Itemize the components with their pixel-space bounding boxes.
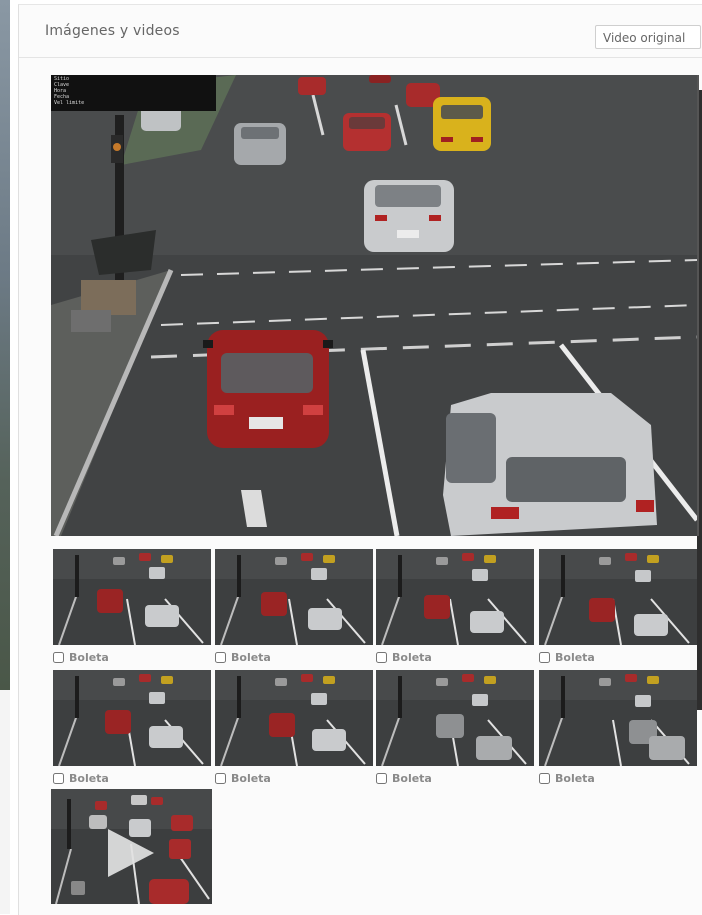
thumbnail-scene	[539, 549, 697, 645]
photo-thumbnail[interactable]	[539, 670, 697, 766]
background-window-strip	[0, 0, 10, 690]
panel-header: Imágenes y videos Video original	[19, 5, 702, 58]
boleta-checkbox-row[interactable]: Boleta	[53, 771, 109, 785]
boleta-checkbox[interactable]	[376, 651, 387, 663]
boleta-checkbox-row[interactable]: Boleta	[539, 650, 595, 664]
thumbnail-scene	[215, 670, 373, 766]
boleta-checkbox[interactable]	[53, 651, 64, 663]
boleta-checkbox-row[interactable]: Boleta	[376, 650, 432, 664]
boleta-label: Boleta	[555, 650, 595, 664]
boleta-checkbox[interactable]	[215, 772, 226, 784]
photo-thumbnail[interactable]	[53, 670, 211, 766]
boleta-checkbox-row[interactable]: Boleta	[53, 650, 109, 664]
background-window-strip-lower	[0, 690, 10, 914]
photo-thumbnail[interactable]	[376, 549, 534, 645]
overlay-line: Vel limite	[54, 100, 85, 106]
thumbnail-scene	[53, 549, 211, 645]
thumbnail-scene	[215, 549, 373, 645]
photo-thumbnail[interactable]	[215, 670, 373, 766]
main-traffic-photo[interactable]: Sitio Clave Hora Fecha Vel limite	[51, 75, 699, 536]
boleta-checkbox[interactable]	[539, 651, 550, 663]
boleta-checkbox[interactable]	[539, 772, 550, 784]
boleta-checkbox-row[interactable]: Boleta	[376, 771, 432, 785]
photo-thumbnail[interactable]	[53, 549, 211, 645]
thumbnail-scene	[376, 670, 534, 766]
boleta-label: Boleta	[392, 771, 432, 785]
boleta-checkbox[interactable]	[376, 772, 387, 784]
boleta-label: Boleta	[392, 650, 432, 664]
thumbnail-scene	[376, 549, 534, 645]
boleta-checkbox-row[interactable]: Boleta	[539, 771, 595, 785]
boleta-label: Boleta	[69, 650, 109, 664]
play-icon[interactable]	[51, 789, 212, 904]
photo-thumbnail[interactable]	[215, 549, 373, 645]
boleta-checkbox-row[interactable]: Boleta	[215, 771, 271, 785]
boleta-checkbox[interactable]	[53, 772, 64, 784]
panel-title: Imágenes y videos	[45, 23, 180, 39]
camera-overlay-text: Sitio Clave Hora Fecha Vel limite	[54, 76, 214, 106]
original-video-button[interactable]: Video original	[595, 25, 701, 49]
video-thumbnail[interactable]	[51, 789, 212, 904]
photo-thumbnail[interactable]	[376, 670, 534, 766]
boleta-label: Boleta	[231, 771, 271, 785]
boleta-checkbox-row[interactable]: Boleta	[215, 650, 271, 664]
boleta-checkbox[interactable]	[215, 651, 226, 663]
thumbnail-scene	[53, 670, 211, 766]
traffic-scene	[51, 75, 697, 536]
boleta-label: Boleta	[231, 650, 271, 664]
boleta-label: Boleta	[555, 771, 595, 785]
boleta-label: Boleta	[69, 771, 109, 785]
photo-thumbnail[interactable]	[539, 549, 697, 645]
thumbnail-scene	[539, 670, 697, 766]
